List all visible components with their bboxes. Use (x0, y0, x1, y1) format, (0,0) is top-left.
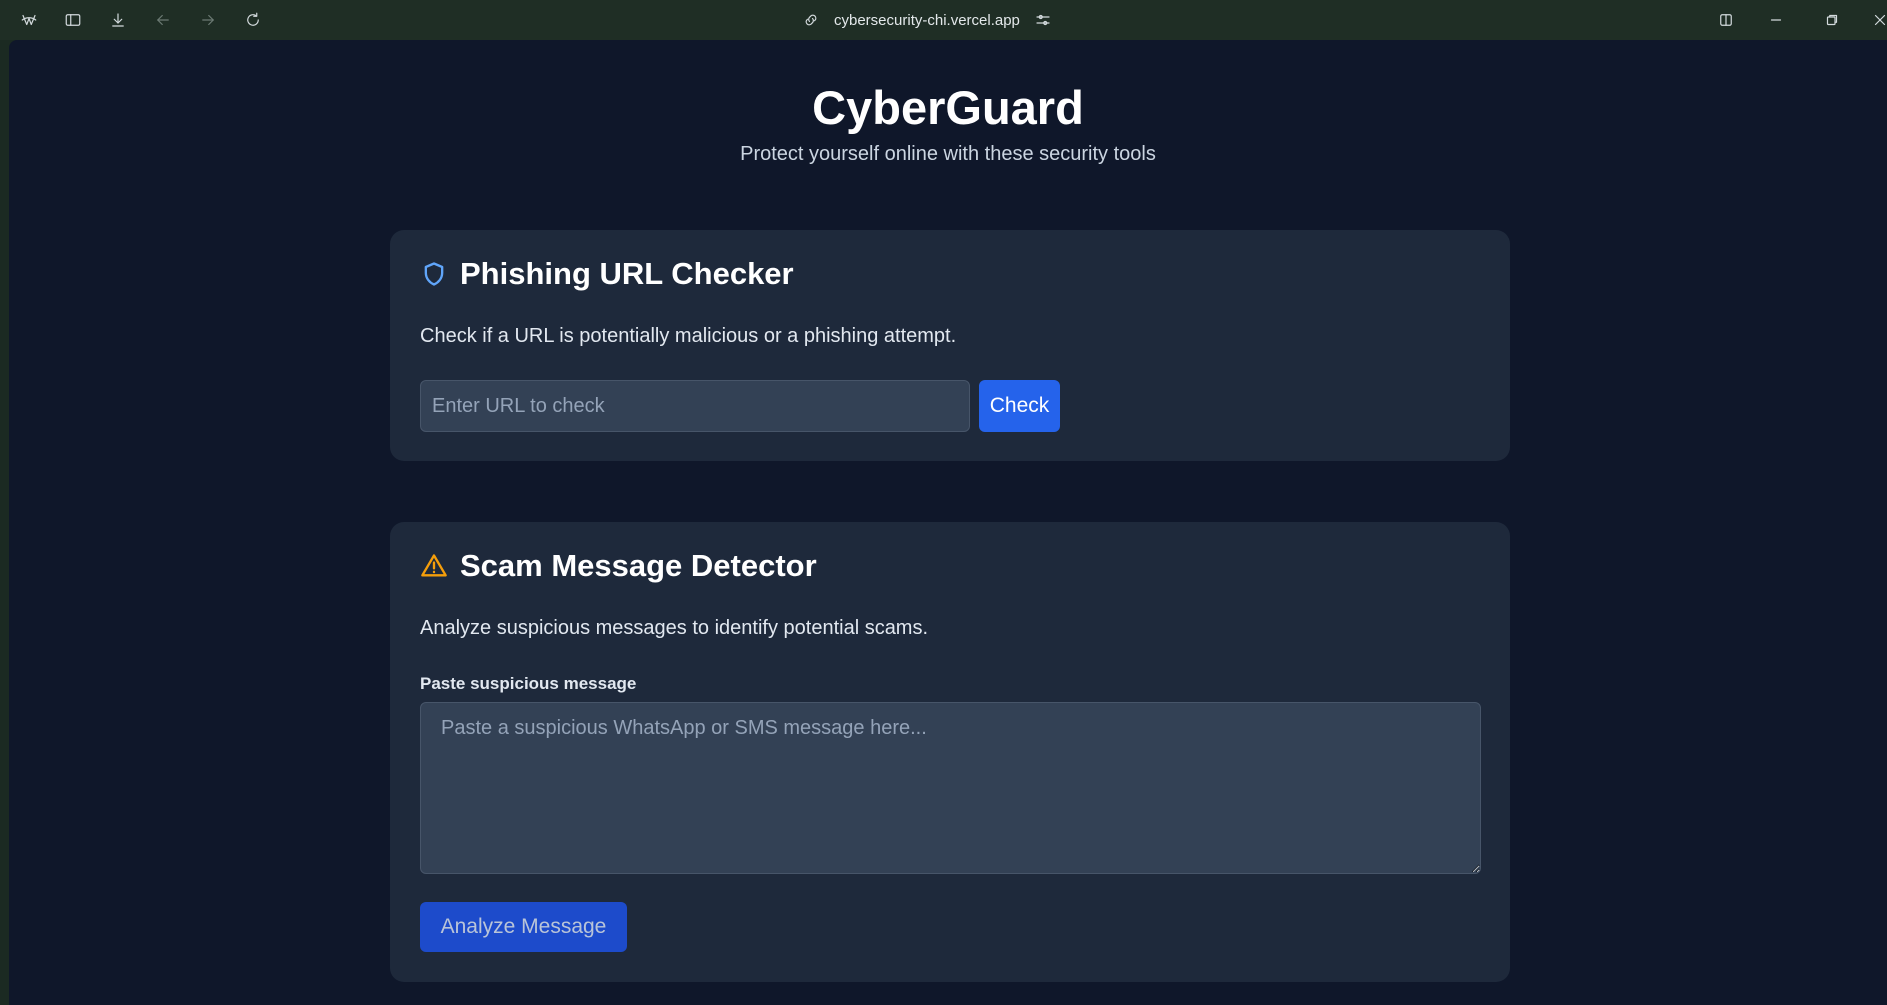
analyze-message-button[interactable]: Analyze Message (420, 902, 627, 952)
browser-toolbar: cybersecurity-chi.vercel.app (0, 0, 1887, 40)
phishing-card-header: Phishing URL Checker (420, 256, 794, 292)
page-viewport: CyberGuard Protect yourself online with … (9, 40, 1887, 1005)
scam-card-description: Analyze suspicious messages to identify … (420, 617, 929, 639)
sidebar-toggle-icon[interactable] (61, 8, 85, 32)
shield-icon (424, 262, 444, 286)
minimize-icon[interactable] (1764, 8, 1788, 32)
app-logo-icon[interactable] (17, 8, 41, 32)
scam-card-title: Scam Message Detector (460, 548, 817, 583)
phishing-card-description: Check if a URL is potentially malicious … (420, 325, 957, 347)
scam-detector-card: Scam Message Detector Analyze suspicious… (390, 522, 1510, 982)
forward-arrow-icon[interactable] (196, 8, 220, 32)
reload-icon[interactable] (241, 8, 265, 32)
address-url[interactable]: cybersecurity-chi.vercel.app (834, 12, 1020, 29)
phishing-card-title: Phishing URL Checker (460, 256, 794, 291)
page-title: CyberGuard (812, 81, 1084, 134)
message-textarea[interactable] (420, 702, 1481, 874)
scam-card-header: Scam Message Detector (420, 548, 817, 584)
phishing-checker-card: Phishing URL Checker Check if a URL is p… (390, 230, 1510, 461)
address-bar[interactable]: cybersecurity-chi.vercel.app (802, 8, 1052, 32)
back-arrow-icon[interactable] (151, 8, 175, 32)
site-settings-icon[interactable] (1034, 11, 1052, 29)
page-subtitle: Protect yourself online with these secur… (740, 143, 1156, 165)
message-field-label: Paste suspicious message (420, 674, 637, 693)
warning-triangle-icon (421, 554, 447, 577)
check-button[interactable]: Check (979, 380, 1060, 432)
url-input[interactable] (420, 380, 970, 432)
split-view-icon[interactable] (1714, 8, 1738, 32)
download-icon[interactable] (106, 8, 130, 32)
close-icon[interactable] (1868, 8, 1887, 32)
restore-icon[interactable] (1820, 8, 1844, 32)
link-icon (805, 14, 817, 26)
